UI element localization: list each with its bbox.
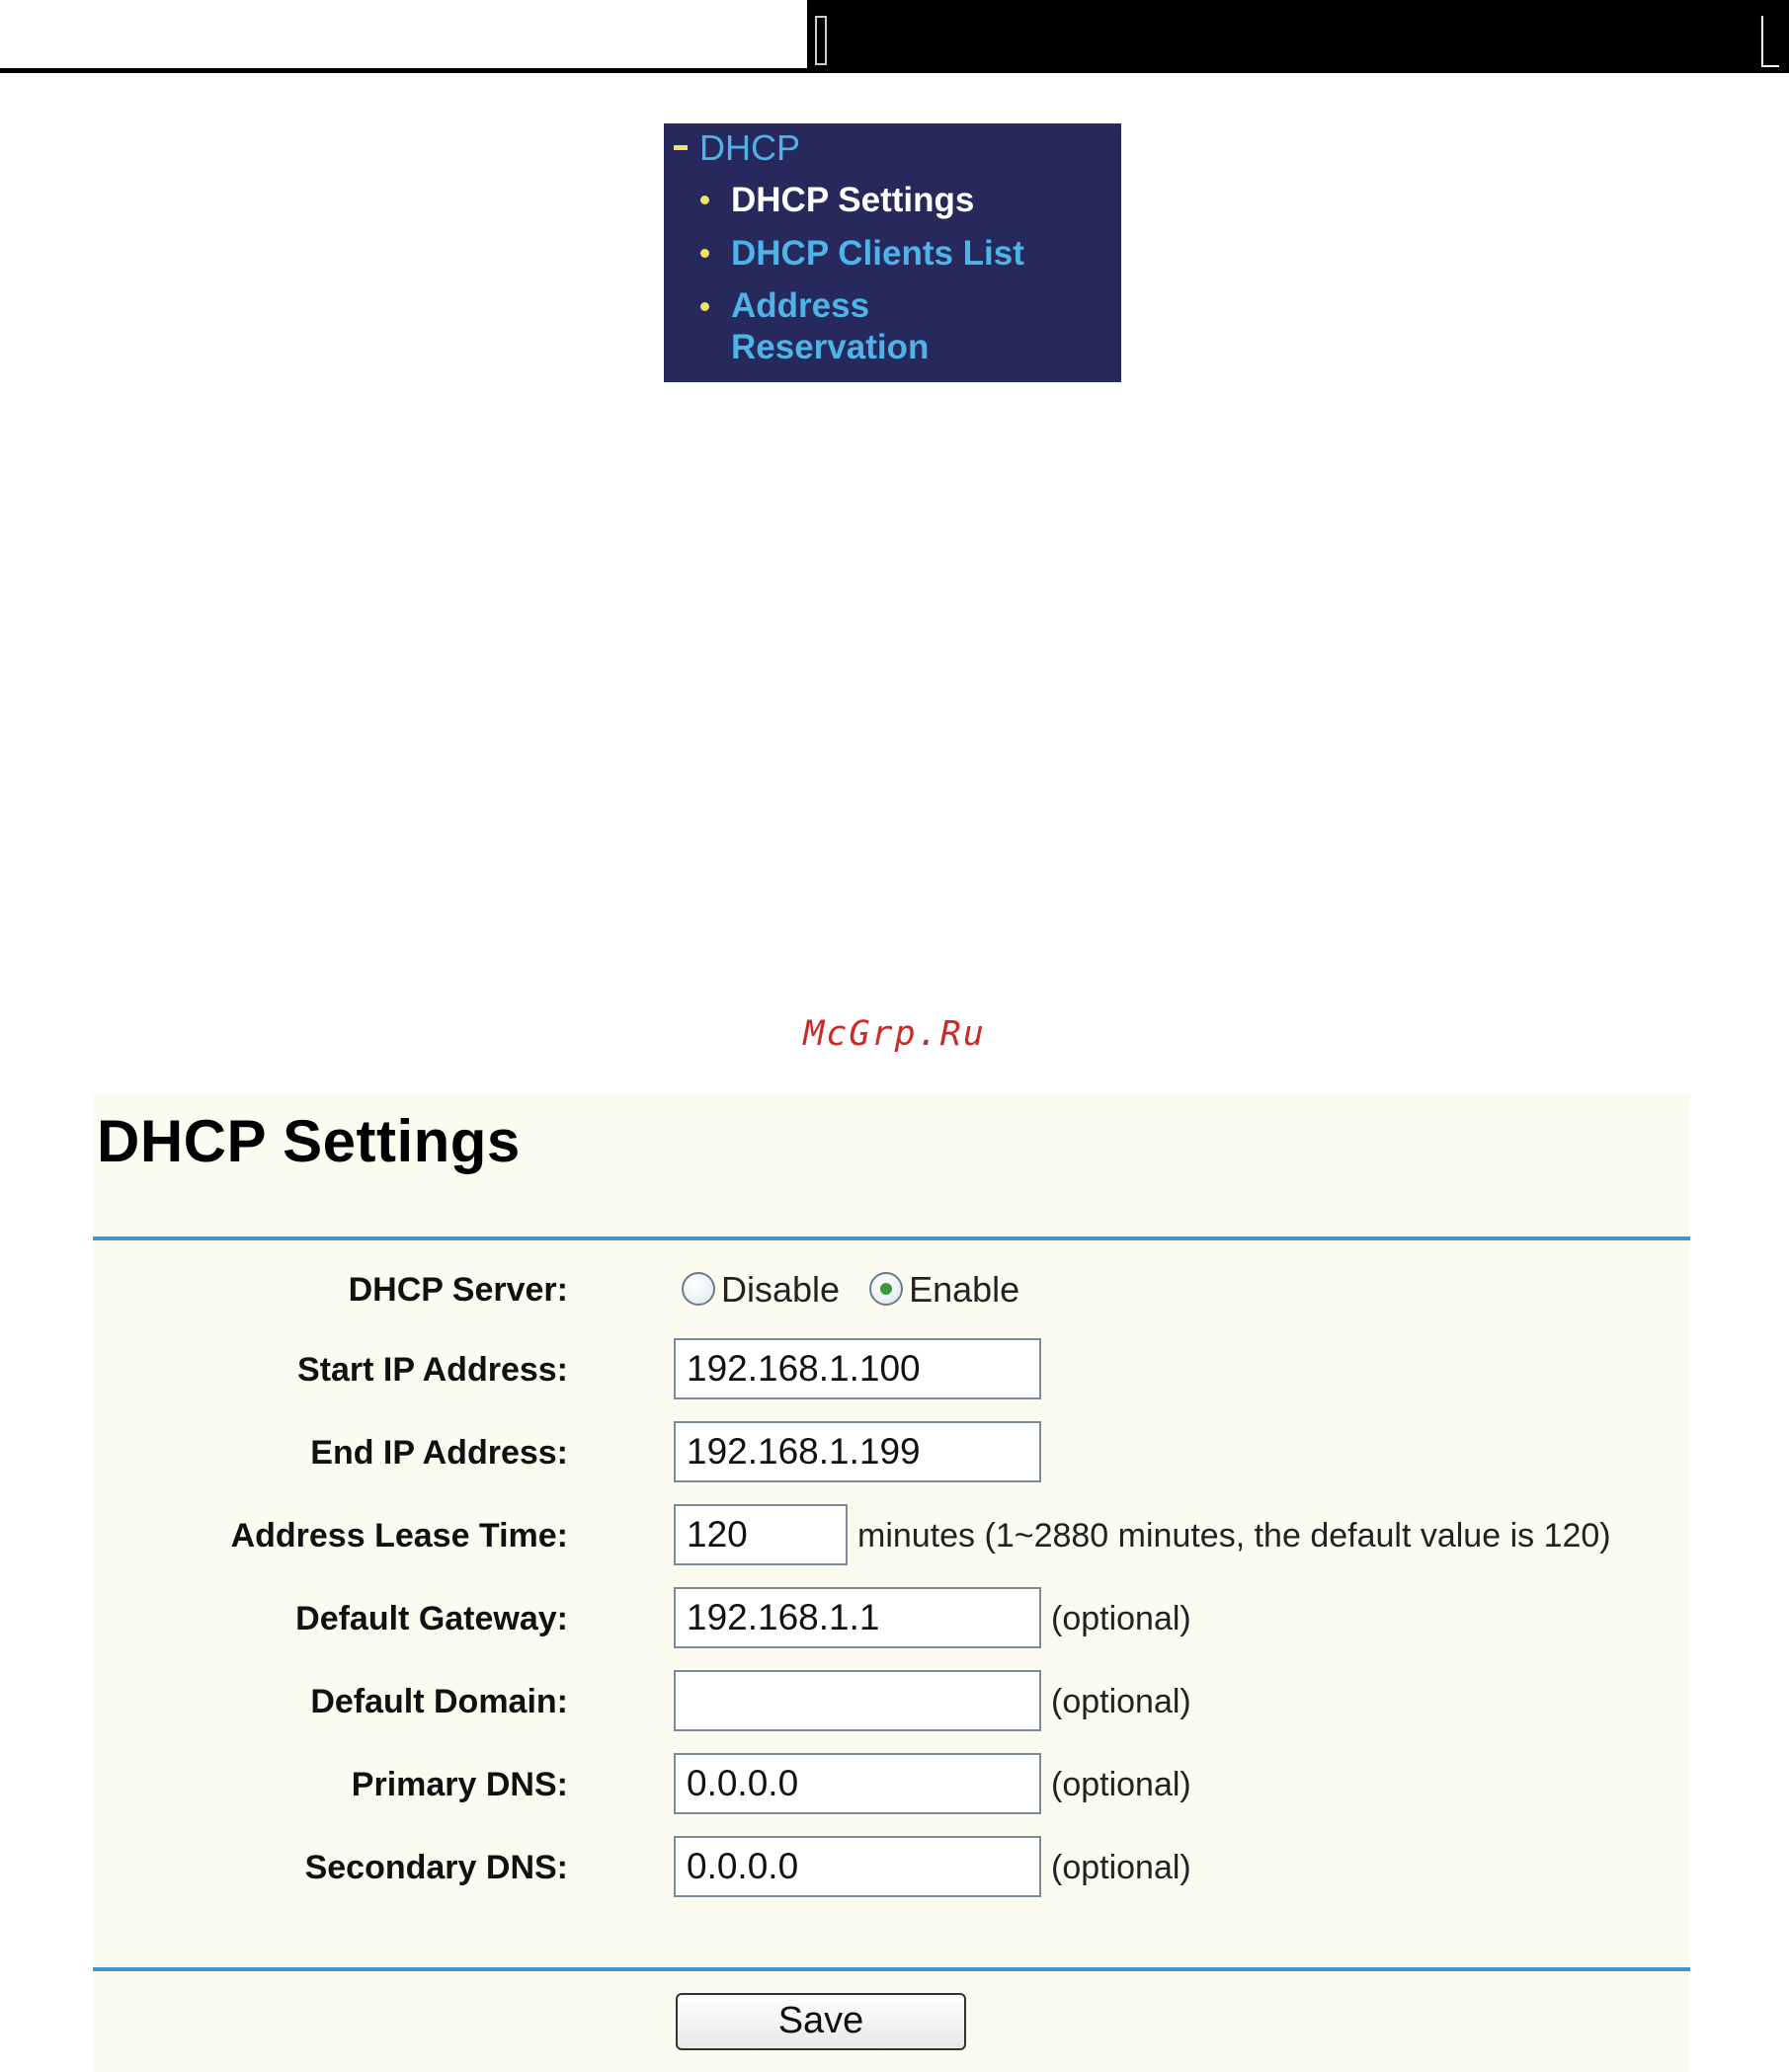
divider-top [93, 1236, 1690, 1240]
save-button[interactable]: Save [676, 1993, 966, 2050]
disable-radio-label: Disable [721, 1269, 841, 1310]
header-corner-mark-right [1761, 16, 1779, 67]
nav-item-label-line2: Reservation [731, 328, 930, 366]
divider-bottom [93, 1967, 1690, 1971]
default-gateway-input[interactable]: 192.168.1.1 [674, 1587, 1041, 1648]
dhcp-server-radio-group: Disable Enable [682, 1255, 1039, 1324]
dhcp-server-label: DHCP Server: [348, 1271, 568, 1309]
header-rule [0, 68, 807, 73]
default-gateway-label: Default Gateway: [295, 1600, 568, 1637]
dhcp-settings-panel: DHCP Settings DHCP Server: Disable Enabl… [93, 1093, 1690, 2072]
bullet-icon [700, 302, 709, 311]
nav-item-label-line1: Address [731, 286, 870, 325]
start-ip-label: Start IP Address: [297, 1351, 568, 1389]
primary-dns-row: Primary DNS: 0.0.0.0 (optional) [93, 1750, 1690, 1819]
enable-radio[interactable] [869, 1272, 904, 1307]
lease-time-row: Address Lease Time: 120 minutes (1~2880 … [93, 1501, 1690, 1570]
default-gateway-optional-note: (optional) [1051, 1600, 1191, 1637]
watermark: McGrp.Ru [803, 1014, 986, 1054]
secondary-dns-label: Secondary DNS: [304, 1849, 568, 1886]
default-domain-row: Default Domain: (optional) [93, 1667, 1690, 1736]
nav-heading-dhcp[interactable]: DHCP [674, 123, 800, 173]
radio-option-disable[interactable]: Disable [682, 1255, 840, 1324]
end-ip-label: End IP Address: [310, 1434, 568, 1472]
collapse-minus-icon [674, 144, 688, 150]
nav-item-label: DHCP Clients List [731, 234, 1024, 273]
primary-dns-optional-note: (optional) [1051, 1766, 1191, 1803]
lease-time-input[interactable]: 120 [674, 1504, 848, 1565]
nav-item-dhcp-settings[interactable]: DHCP Settings [700, 179, 975, 222]
dhcp-server-row: DHCP Server: Disable Enable [93, 1255, 1690, 1324]
lease-time-label: Address Lease Time: [230, 1517, 568, 1554]
radio-option-enable[interactable]: Enable [869, 1255, 1019, 1324]
header-corner-mark-left [815, 16, 827, 65]
nav-item-label: Address Reservation [713, 285, 1027, 368]
default-domain-optional-note: (optional) [1051, 1683, 1191, 1720]
disable-radio[interactable] [682, 1272, 715, 1307]
secondary-dns-row: Secondary DNS: 0.0.0.0 (optional) [93, 1833, 1690, 1902]
secondary-dns-input[interactable]: 0.0.0.0 [674, 1836, 1041, 1897]
header-bar [807, 0, 1789, 73]
default-domain-label: Default Domain: [310, 1683, 568, 1720]
page-title: DHCP Settings [97, 1108, 521, 1174]
end-ip-input[interactable]: 192.168.1.199 [674, 1421, 1041, 1482]
lease-time-note: minutes (1~2880 minutes, the default val… [857, 1517, 1611, 1554]
bullet-icon [700, 249, 709, 258]
start-ip-row: Start IP Address: 192.168.1.100 [93, 1335, 1690, 1404]
primary-dns-label: Primary DNS: [351, 1766, 568, 1803]
default-gateway-row: Default Gateway: 192.168.1.1 (optional) [93, 1584, 1690, 1653]
bullet-icon [700, 196, 709, 204]
enable-radio-label: Enable [909, 1269, 1020, 1310]
end-ip-row: End IP Address: 192.168.1.199 [93, 1418, 1690, 1487]
secondary-dns-optional-note: (optional) [1051, 1849, 1191, 1886]
nav-item-address-reservation[interactable]: Address Reservation [700, 285, 1027, 369]
start-ip-input[interactable]: 192.168.1.100 [674, 1338, 1041, 1399]
primary-dns-input[interactable]: 0.0.0.0 [674, 1753, 1041, 1814]
nav-item-dhcp-clients-list[interactable]: DHCP Clients List [700, 232, 1024, 276]
default-domain-input[interactable] [674, 1670, 1041, 1731]
dhcp-nav-menu: DHCP DHCP Settings DHCP Clients List Add… [664, 123, 1121, 382]
nav-heading-label: DHCP [699, 127, 801, 168]
nav-item-label: DHCP Settings [731, 181, 975, 219]
